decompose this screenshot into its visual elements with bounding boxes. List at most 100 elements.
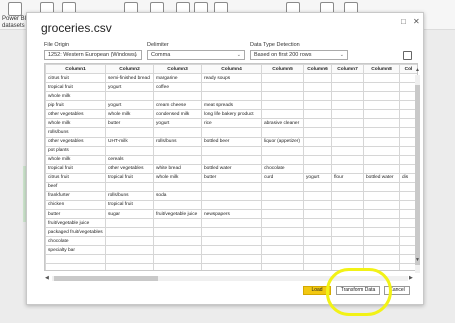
- table-cell: [303, 154, 332, 165]
- table-cell: citrus fruit: [45, 172, 106, 183]
- header-row: Column1 Column2 Column3 Column4 Column5 Colum…: [45, 64, 417, 75]
- table-cell: [303, 208, 332, 220]
- table-cell: [201, 236, 262, 247]
- table-cell: soda: [153, 190, 202, 201]
- table-cell: yogurt: [105, 82, 154, 93]
- table-cell: [303, 190, 332, 201]
- data-preview-grid[interactable]: Column1 Column2 Column3 Column4 Column5 Colum…: [44, 63, 418, 271]
- table-cell: [153, 145, 202, 156]
- table-cell: [105, 254, 154, 265]
- table-cell: [201, 181, 262, 192]
- table-cell: other vegetables: [45, 109, 106, 120]
- table-cell: [303, 100, 332, 111]
- table-cell: [261, 109, 304, 120]
- table-cell: [45, 254, 106, 265]
- file-origin-label: File Origin: [44, 42, 70, 48]
- maximize-icon[interactable]: □: [401, 17, 406, 26]
- table-cell: condensed milk: [153, 109, 202, 120]
- table-cell: [105, 145, 154, 156]
- table-cell: tropical fruit: [105, 172, 154, 183]
- refresh-icon[interactable]: [403, 51, 412, 60]
- table-cell: fruit/vegetable juice: [153, 208, 202, 220]
- table-cell: [331, 145, 364, 156]
- table-cell: [331, 109, 364, 120]
- table-cell: [105, 236, 154, 247]
- column-header[interactable]: Column1: [45, 64, 106, 75]
- table-body: citrus fruit semi-finished bread margarine…: [45, 73, 417, 270]
- column-header[interactable]: Column7: [331, 64, 364, 75]
- delimiter-select[interactable]: Comma ⌄: [147, 50, 245, 60]
- table-cell: ready soups: [201, 73, 262, 84]
- table-cell: [261, 82, 304, 93]
- close-icon[interactable]: ✕: [413, 17, 420, 26]
- table-cell: [201, 91, 262, 102]
- vertical-scrollbar[interactable]: [415, 75, 420, 273]
- table-cell: [303, 236, 332, 247]
- table-cell: [331, 227, 364, 238]
- scroll-down-icon[interactable]: ▼: [415, 257, 420, 263]
- table-cell: [331, 118, 364, 129]
- table-cell: [201, 199, 262, 211]
- scroll-right-icon[interactable]: ▶: [409, 275, 413, 281]
- table-cell: [261, 73, 304, 84]
- table-row: pip fruit yogurt cream cheese meat spreads: [45, 100, 417, 111]
- table-cell: [201, 227, 262, 238]
- scroll-up-icon[interactable]: ▲: [415, 67, 420, 73]
- table-cell: whole milk: [45, 91, 106, 102]
- table-cell: whole milk: [153, 172, 202, 183]
- table-cell: [261, 91, 304, 102]
- table-cell: [105, 127, 154, 138]
- scroll-thumb[interactable]: [415, 85, 420, 265]
- table-cell: specialty bar: [45, 245, 106, 256]
- table-cell: [331, 254, 364, 265]
- scroll-thumb[interactable]: [54, 276, 158, 281]
- table-cell: rolls/buns: [153, 136, 202, 147]
- table-cell: [331, 91, 364, 102]
- table-cell: margarine: [153, 73, 202, 84]
- file-origin-value: 1252: Western European (Windows): [48, 52, 137, 58]
- table-cell: [303, 136, 332, 147]
- table-cell: [303, 109, 332, 120]
- table-cell: flour: [331, 172, 364, 183]
- table-cell: bottled beer: [201, 136, 262, 147]
- column-header[interactable]: Column6: [303, 64, 332, 75]
- table-cell: [303, 145, 332, 156]
- table-cell: [153, 227, 202, 238]
- column-header[interactable]: Column8: [363, 64, 400, 75]
- table-cell: [153, 154, 202, 165]
- table-cell: [363, 145, 400, 156]
- table-cell: [153, 245, 202, 256]
- table-cell: [331, 190, 364, 201]
- detection-select[interactable]: Based on first 200 rows ⌄: [250, 50, 348, 60]
- column-header[interactable]: Column2: [105, 64, 154, 75]
- table-cell: [201, 82, 262, 93]
- column-header[interactable]: Column4: [201, 64, 262, 75]
- detection-label: Data Type Detection: [250, 42, 300, 48]
- table-cell: whole milk: [105, 109, 154, 120]
- table-cell: meat spreads: [201, 100, 262, 111]
- table-cell: [303, 181, 332, 192]
- delimiter-value: Comma: [151, 52, 171, 58]
- table-cell: sugar: [105, 208, 154, 220]
- table-cell: [303, 263, 332, 270]
- table-cell: [201, 263, 262, 270]
- column-header[interactable]: Column5: [261, 64, 304, 75]
- scroll-left-icon[interactable]: ◀: [45, 275, 49, 281]
- table-cell: [303, 254, 332, 265]
- dialog-title: groceries.csv: [41, 21, 112, 35]
- table-cell: [331, 100, 364, 111]
- table-cell: rolls/buns: [45, 127, 106, 138]
- table-cell: [363, 254, 400, 265]
- table-cell: [363, 91, 400, 102]
- table-cell: [261, 227, 304, 238]
- table-cell: [105, 181, 154, 192]
- chevron-down-icon: ⌄: [236, 52, 241, 58]
- ribbon-icon[interactable]: [8, 2, 22, 16]
- column-header[interactable]: Column3: [153, 64, 202, 75]
- table-cell: [331, 245, 364, 256]
- table-cell: [303, 218, 332, 229]
- table-cell: [331, 236, 364, 247]
- table-cell: [201, 154, 262, 165]
- file-origin-select[interactable]: 1252: Western European (Windows) ⌄: [44, 50, 142, 60]
- table-cell: [45, 263, 106, 270]
